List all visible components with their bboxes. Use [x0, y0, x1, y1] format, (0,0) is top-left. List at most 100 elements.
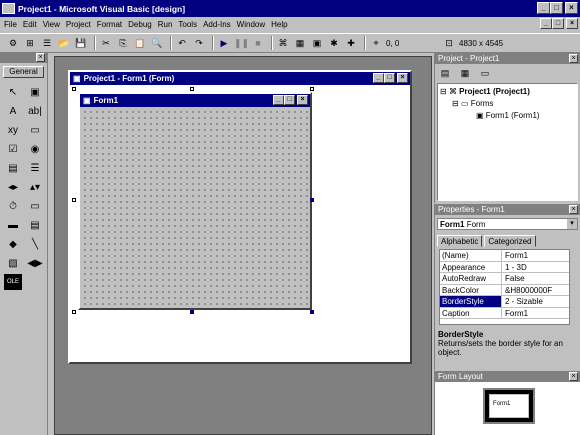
menu-help[interactable]: Help	[271, 20, 287, 29]
designer-close-button[interactable]: ×	[397, 73, 408, 83]
menu-edit[interactable]: Edit	[23, 20, 37, 29]
frame-icon[interactable]: xy	[4, 122, 22, 138]
view-object-icon[interactable]: ▦	[458, 67, 472, 80]
designer-titlebar[interactable]: ▣ Project1 - Form1 (Form) _ □ ×	[70, 72, 410, 85]
end-icon[interactable]: ■	[251, 37, 265, 50]
property-row[interactable]: BackColor &H8000000F	[440, 284, 569, 296]
break-icon[interactable]: ❚❚	[234, 37, 249, 50]
add-form-icon[interactable]: ⊞	[23, 37, 37, 50]
resize-handle[interactable]	[310, 310, 314, 314]
close-icon[interactable]: ×	[569, 205, 578, 214]
form1-preview[interactable]: Form1	[489, 394, 529, 418]
menu-window[interactable]: Window	[237, 20, 265, 29]
line-icon[interactable]: ╲	[26, 236, 44, 252]
tab-alphabetic[interactable]: Alphabetic	[437, 235, 483, 247]
minimize-button[interactable]: _	[537, 2, 550, 14]
cut-icon[interactable]: ✂	[99, 37, 113, 50]
timer-icon[interactable]: ⏱	[4, 198, 22, 214]
combo-box-icon[interactable]: ▤	[4, 160, 22, 176]
file-list-icon[interactable]: ▤	[26, 217, 44, 233]
dir-list-icon[interactable]: ▬	[4, 217, 22, 233]
close-icon[interactable]: ×	[36, 53, 45, 62]
picture-box-icon[interactable]: ▣	[26, 84, 44, 100]
property-row[interactable]: Appearance 1 - 3D	[440, 261, 569, 273]
toolbox-header[interactable]: ×	[0, 53, 47, 63]
label-icon[interactable]: A	[4, 103, 22, 119]
toggle-folders-icon[interactable]: ▭	[478, 67, 492, 80]
project-explorer-header[interactable]: Project - Project1 ×	[435, 53, 580, 64]
redo-icon[interactable]: ↷	[192, 37, 206, 50]
property-value[interactable]: 1 - 3D	[502, 262, 569, 273]
undo-icon[interactable]: ↶	[175, 37, 189, 50]
image-icon[interactable]: ▧	[4, 255, 22, 271]
project-explorer-icon[interactable]: ⌘	[276, 37, 290, 50]
resize-handle[interactable]	[190, 310, 194, 314]
menu-file[interactable]: File	[4, 20, 17, 29]
property-value[interactable]: False	[502, 273, 569, 284]
find-icon[interactable]: 🔍	[150, 37, 164, 50]
vscroll-icon[interactable]: ▴▾	[26, 179, 44, 195]
menu-view[interactable]: View	[43, 20, 60, 29]
tree-node-project[interactable]: ⊟ ⌘ Project1 (Project1)	[440, 86, 575, 98]
option-button-icon[interactable]: ◉	[26, 141, 44, 157]
view-code-icon[interactable]: ▤	[438, 67, 452, 80]
close-icon[interactable]: ×	[569, 372, 578, 381]
property-row[interactable]: BorderStyle 2 - Sizable	[440, 296, 569, 308]
close-icon[interactable]: ×	[569, 54, 578, 63]
title-bar[interactable]: Project1 - Microsoft Visual Basic [desig…	[0, 0, 580, 17]
property-value[interactable]: &H8000000F	[502, 285, 569, 296]
pointer-icon[interactable]: ↖	[4, 84, 22, 100]
command-button-icon[interactable]: ▭	[26, 122, 44, 138]
menu-debug[interactable]: Debug	[128, 20, 152, 29]
menu-format[interactable]: Format	[97, 20, 122, 29]
property-value[interactable]: 2 - Sizable	[502, 296, 569, 307]
designer-minimize-button[interactable]: _	[373, 73, 384, 83]
mdi-minimize-button[interactable]: _	[540, 18, 552, 29]
start-icon[interactable]: ▶	[217, 37, 231, 50]
form1-canvas[interactable]: ▣ Form1 _ □ ×	[78, 92, 312, 310]
form1-titlebar[interactable]: ▣ Form1 _ □ ×	[80, 94, 310, 107]
menu-run[interactable]: Run	[158, 20, 173, 29]
property-row[interactable]: AutoRedraw False	[440, 273, 569, 285]
tab-categorized[interactable]: Categorized	[484, 235, 536, 247]
form-layout-header[interactable]: Form Layout ×	[435, 371, 580, 382]
hscroll-icon[interactable]: ◂▸	[4, 179, 22, 195]
text-box-icon[interactable]: ab|	[26, 103, 44, 119]
vb-app-icon[interactable]	[2, 3, 15, 14]
check-box-icon[interactable]: ☑	[4, 141, 22, 157]
menu-tools[interactable]: Tools	[178, 20, 197, 29]
form-grid[interactable]	[82, 109, 308, 306]
mdi-restore-button[interactable]: □	[552, 18, 564, 29]
ole-icon[interactable]: OLE	[4, 274, 22, 290]
maximize-button[interactable]: □	[550, 2, 563, 14]
resize-handle[interactable]	[310, 198, 314, 202]
property-row[interactable]: Caption Form1	[440, 307, 569, 319]
tree-node-form1[interactable]: ▣ Form1 (Form1)	[440, 110, 575, 122]
paste-icon[interactable]: 📋	[133, 37, 147, 50]
menu-editor-icon[interactable]: ☰	[40, 37, 54, 50]
property-row[interactable]: (Name) Form1	[440, 250, 569, 262]
properties-icon[interactable]: ▦	[293, 37, 307, 50]
list-box-icon[interactable]: ☰	[26, 160, 44, 176]
add-project-icon[interactable]: ⚙	[6, 37, 20, 50]
toolbox-icon[interactable]: ✚	[344, 37, 358, 50]
shape-icon[interactable]: ◆	[4, 236, 22, 252]
object-selector[interactable]: Form1 Form ▾	[437, 218, 578, 230]
menu-add-ins[interactable]: Add-Ins	[203, 20, 231, 29]
data-icon[interactable]: ◀▶	[26, 255, 44, 271]
save-icon[interactable]: 💾	[74, 37, 88, 50]
drive-list-icon[interactable]: ▭	[26, 198, 44, 214]
form-layout-icon[interactable]: ▣	[310, 37, 324, 50]
property-value[interactable]: Form1	[502, 250, 569, 261]
property-value[interactable]: Form1	[502, 308, 569, 319]
object-browser-icon[interactable]: ✱	[327, 37, 341, 50]
mdi-close-button[interactable]: ×	[566, 18, 578, 29]
toolbox-tab-general[interactable]: General	[3, 66, 44, 78]
chevron-down-icon[interactable]: ▾	[567, 219, 577, 229]
designer-maximize-button[interactable]: □	[384, 73, 395, 83]
open-icon[interactable]: 📂	[57, 37, 71, 50]
menu-project[interactable]: Project	[66, 20, 91, 29]
close-button[interactable]: ×	[565, 2, 578, 14]
copy-icon[interactable]: ⎘	[116, 37, 130, 50]
properties-header[interactable]: Properties - Form1 ×	[435, 204, 580, 215]
